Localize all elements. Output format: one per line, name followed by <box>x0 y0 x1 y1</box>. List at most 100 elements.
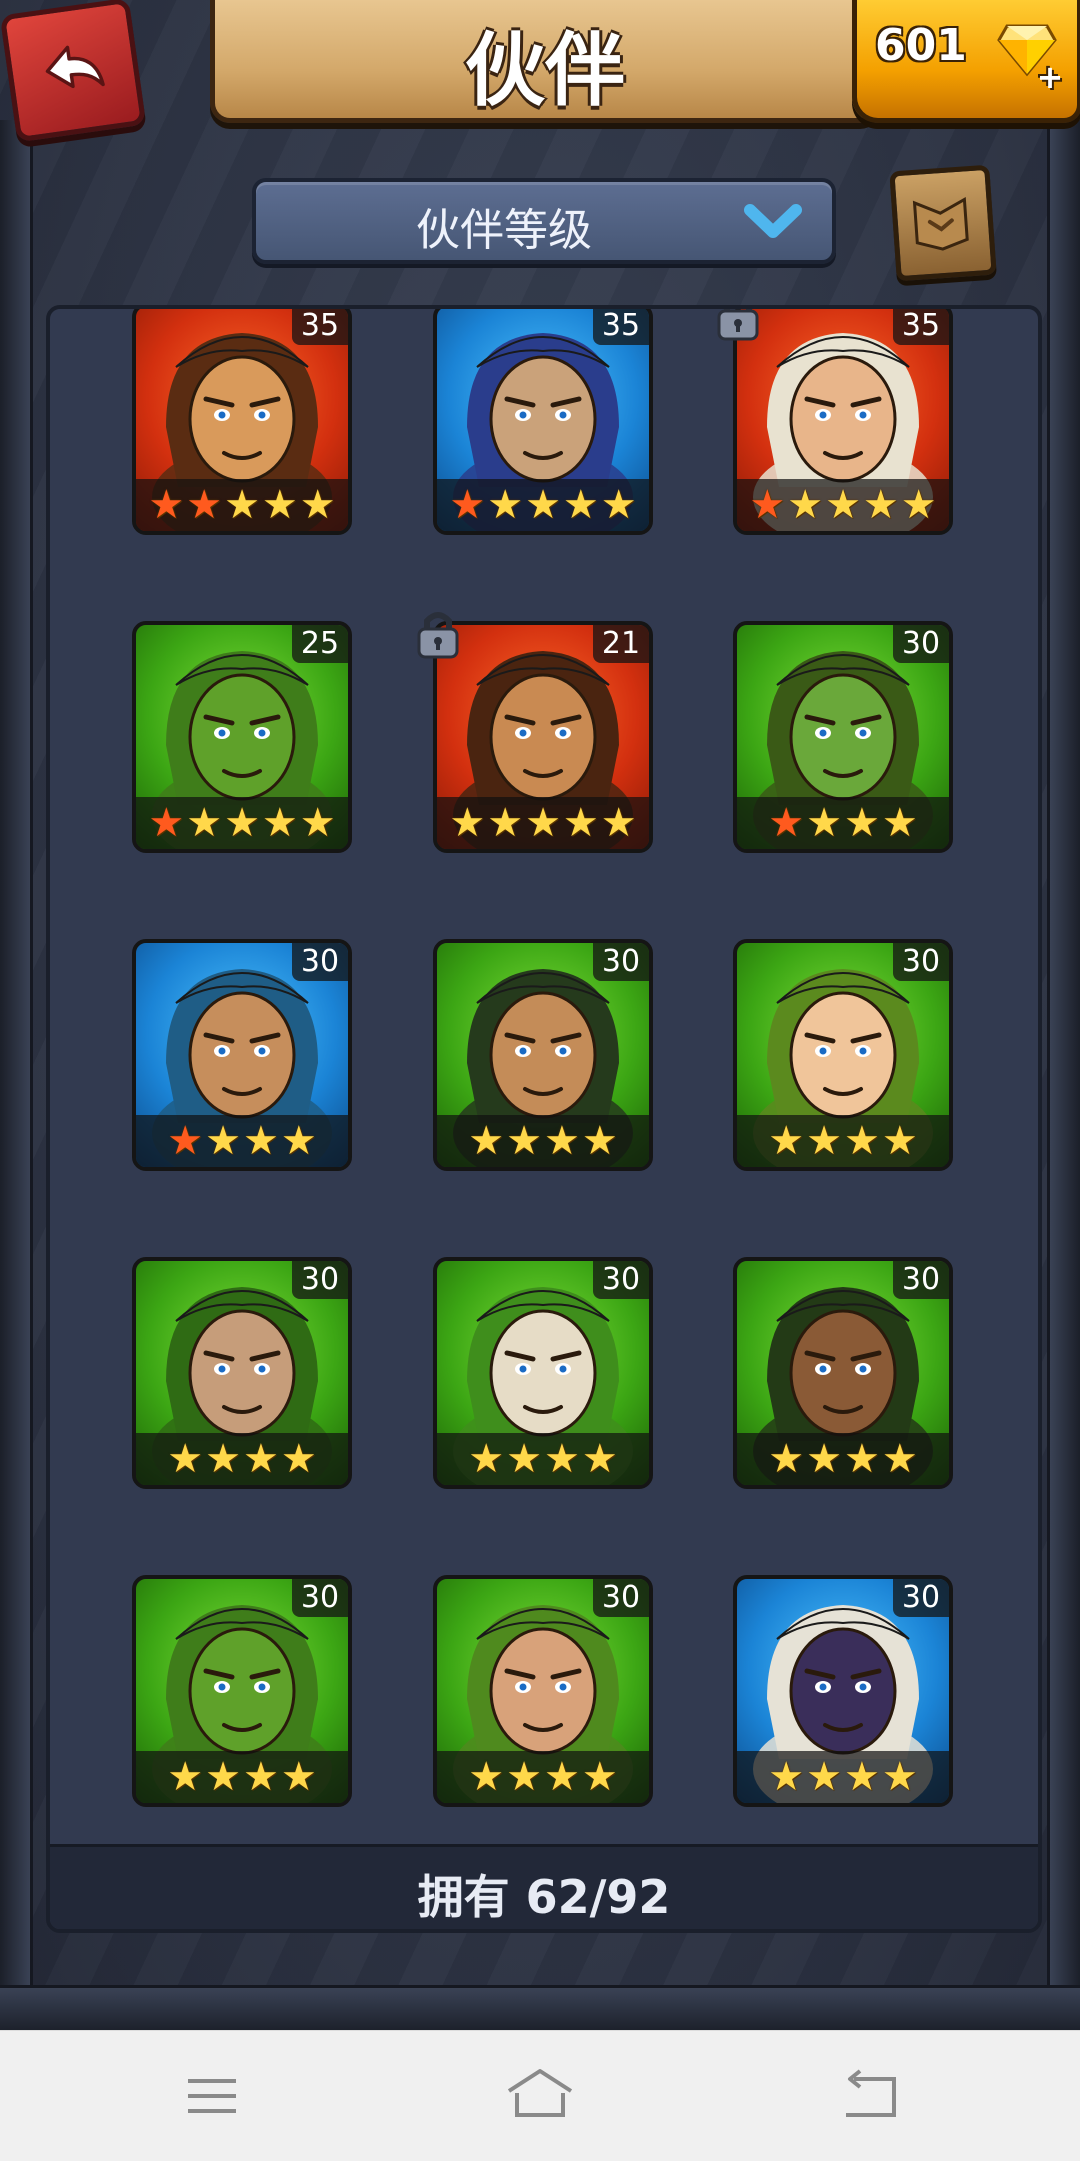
hero-level: 30 <box>292 943 348 981</box>
hero-star-rating: ★ ★ ★ ★ <box>737 1751 949 1803</box>
star-icon: ★ <box>487 482 524 528</box>
system-nav-bar <box>0 2030 1080 2161</box>
hero-level: 30 <box>893 943 949 981</box>
star-icon: ★ <box>749 482 786 528</box>
hero-level: 30 <box>893 625 949 663</box>
owned-count-bar: 拥有 62/92 <box>50 1844 1038 1929</box>
page-title: 伙伴 <box>465 24 625 117</box>
star-icon: ★ <box>205 1754 241 1800</box>
star-icon: ★ <box>862 482 899 528</box>
hero-star-rating: ★ ★ ★ ★ ★ <box>136 479 348 531</box>
hero-level: 35 <box>893 309 949 345</box>
hero-grid[interactable]: 35 ★ ★ ★ ★ ★ 35 ★ ★ ★ ★ ★ 35 ★ ★ ★ ★ ★ 25 ★ ★ ★ ★ ★ 21 ★ ★ ★ ★ ★ 30 ★ ★ ★… <box>50 309 1038 1844</box>
hero-star-rating: ★ ★ ★ ★ <box>737 797 949 849</box>
star-icon: ★ <box>881 1118 918 1164</box>
star-icon: ★ <box>506 1436 542 1482</box>
star-icon: ★ <box>768 800 805 846</box>
star-icon: ★ <box>881 800 918 846</box>
star-icon: ★ <box>243 1754 279 1800</box>
hero-card[interactable]: 30 ★ ★ ★ ★ <box>132 939 352 1171</box>
menu-button[interactable] <box>166 2061 256 2131</box>
star-icon: ★ <box>299 482 336 528</box>
star-icon: ★ <box>280 1118 317 1164</box>
hero-level: 30 <box>593 1261 649 1299</box>
star-icon: ★ <box>787 482 824 528</box>
star-icon: ★ <box>806 1118 842 1164</box>
back-arrow-icon <box>45 45 105 89</box>
star-icon: ★ <box>525 800 561 846</box>
back-button[interactable] <box>0 0 147 143</box>
hero-card[interactable]: 30 ★ ★ ★ ★ <box>733 1575 953 1807</box>
home-icon <box>507 2069 573 2117</box>
star-icon: ★ <box>581 1754 618 1800</box>
hero-grid-panel: 35 ★ ★ ★ ★ ★ 35 ★ ★ ★ ★ ★ 35 ★ ★ ★ ★ ★ 25 ★ ★ ★ ★ ★ 21 ★ ★ ★ ★ ★ 30 ★ ★ ★… <box>46 305 1042 1933</box>
hero-card[interactable]: 30 ★ ★ ★ ★ <box>733 939 953 1171</box>
menu-icon <box>188 2079 236 2113</box>
star-icon: ★ <box>224 800 260 846</box>
title-banner: 伙伴 <box>210 0 880 123</box>
hero-card[interactable]: 35 ★ ★ ★ ★ ★ <box>433 309 653 535</box>
hero-star-rating: ★ ★ ★ ★ <box>136 1751 348 1803</box>
star-icon: ★ <box>806 800 842 846</box>
star-icon: ★ <box>544 1754 580 1800</box>
star-icon: ★ <box>186 800 223 846</box>
hero-star-rating: ★ ★ ★ ★ ★ <box>136 797 348 849</box>
hero-card[interactable]: 35 ★ ★ ★ ★ ★ <box>132 309 352 535</box>
hero-level: 30 <box>893 1579 949 1617</box>
hero-level: 30 <box>893 1261 949 1299</box>
sort-dropdown[interactable]: 伙伴等级 <box>252 178 836 264</box>
star-icon: ★ <box>562 800 599 846</box>
hero-level: 35 <box>593 309 649 345</box>
star-icon: ★ <box>806 1754 842 1800</box>
lock-icon <box>717 309 759 341</box>
hero-card[interactable]: 30 ★ ★ ★ ★ <box>132 1257 352 1489</box>
star-icon: ★ <box>581 1118 618 1164</box>
star-icon: ★ <box>243 1436 279 1482</box>
home-button[interactable] <box>495 2061 585 2131</box>
star-icon: ★ <box>768 1436 805 1482</box>
star-icon: ★ <box>167 1118 204 1164</box>
star-icon: ★ <box>167 1754 204 1800</box>
hero-level: 25 <box>292 625 348 663</box>
star-icon: ★ <box>881 1754 918 1800</box>
game-screen: 伙伴 601 + 伙伴等级 35 ★ ★ ★ ★ ★ 35 ★ ★ ★ ★ ★ 35 ★ ★ ★ ★ ★ 25 ★ ★ ★… <box>0 0 1080 2033</box>
hero-level: 30 <box>593 1579 649 1617</box>
hero-star-rating: ★ ★ ★ ★ <box>136 1433 348 1485</box>
hero-card[interactable]: 30 ★ ★ ★ ★ <box>433 1257 653 1489</box>
star-icon: ★ <box>900 482 937 528</box>
hero-card[interactable]: 30 ★ ★ ★ ★ <box>132 1575 352 1807</box>
star-icon: ★ <box>506 1118 542 1164</box>
star-icon: ★ <box>844 1118 880 1164</box>
star-icon: ★ <box>280 1436 317 1482</box>
chevron-down-icon <box>744 204 802 238</box>
star-icon: ★ <box>186 482 223 528</box>
hero-card[interactable]: 21 ★ ★ ★ ★ ★ <box>433 621 653 853</box>
star-icon: ★ <box>148 800 185 846</box>
star-icon: ★ <box>544 1118 580 1164</box>
hero-level: 35 <box>292 309 348 345</box>
hero-card[interactable]: 25 ★ ★ ★ ★ ★ <box>132 621 352 853</box>
hero-card[interactable]: 30 ★ ★ ★ ★ <box>733 621 953 853</box>
back-nav-button[interactable] <box>824 2061 914 2131</box>
star-icon: ★ <box>205 1118 241 1164</box>
star-icon: ★ <box>167 1436 204 1482</box>
star-icon: ★ <box>881 1436 918 1482</box>
hero-star-rating: ★ ★ ★ ★ ★ <box>437 797 649 849</box>
book-icon <box>912 196 969 251</box>
star-icon: ★ <box>581 1436 618 1482</box>
star-icon: ★ <box>468 1754 505 1800</box>
star-icon: ★ <box>562 482 599 528</box>
sort-dropdown-label: 伙伴等级 <box>416 205 592 256</box>
hero-card[interactable]: 30 ★ ★ ★ ★ <box>433 1575 653 1807</box>
hero-star-rating: ★ ★ ★ ★ <box>437 1115 649 1167</box>
hero-star-rating: ★ ★ ★ ★ ★ <box>437 479 649 531</box>
codex-book-button[interactable] <box>889 164 997 282</box>
back-nav-icon <box>846 2069 896 2117</box>
gem-counter[interactable]: 601 + <box>852 0 1080 123</box>
add-gems-icon[interactable]: + <box>1035 61 1065 93</box>
hero-card[interactable]: 35 ★ ★ ★ ★ ★ <box>733 309 953 535</box>
hero-card[interactable]: 30 ★ ★ ★ ★ <box>433 939 653 1171</box>
hero-card[interactable]: 30 ★ ★ ★ ★ <box>733 1257 953 1489</box>
hero-level: 21 <box>593 625 649 663</box>
hero-star-rating: ★ ★ ★ ★ <box>437 1751 649 1803</box>
